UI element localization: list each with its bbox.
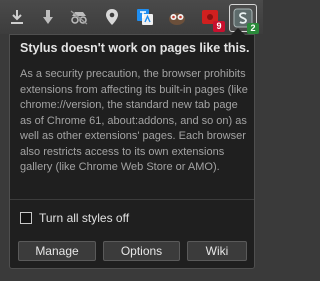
- browser-toolbar: 9 2: [0, 0, 263, 34]
- disable-all-checkbox[interactable]: [20, 212, 32, 224]
- stylus-popup: Stylus doesn't work on pages like this. …: [9, 28, 255, 269]
- incognito-icon[interactable]: [68, 6, 90, 28]
- disable-all-toggle[interactable]: Turn all styles off: [20, 211, 129, 225]
- unsupported-page-message: As a security precaution, the browser pr…: [20, 68, 248, 173]
- style-count-badge: 2: [247, 23, 259, 34]
- disable-all-label[interactable]: Turn all styles off: [39, 211, 129, 225]
- unsupported-page-title: Stylus doesn't work on pages like this.: [20, 41, 250, 55]
- download-icon[interactable]: [6, 6, 28, 28]
- manage-button[interactable]: Manage: [18, 241, 96, 261]
- owl-extension-icon[interactable]: [166, 6, 188, 28]
- options-button[interactable]: Options: [103, 241, 180, 261]
- red-extension-icon[interactable]: 9: [199, 6, 225, 32]
- notification-badge: 9: [213, 21, 225, 32]
- wiki-button[interactable]: Wiki: [187, 241, 247, 261]
- translate-icon[interactable]: [134, 6, 156, 28]
- map-pin-icon[interactable]: [101, 6, 123, 28]
- download-arrow-icon[interactable]: [37, 6, 59, 28]
- divider: [10, 199, 254, 200]
